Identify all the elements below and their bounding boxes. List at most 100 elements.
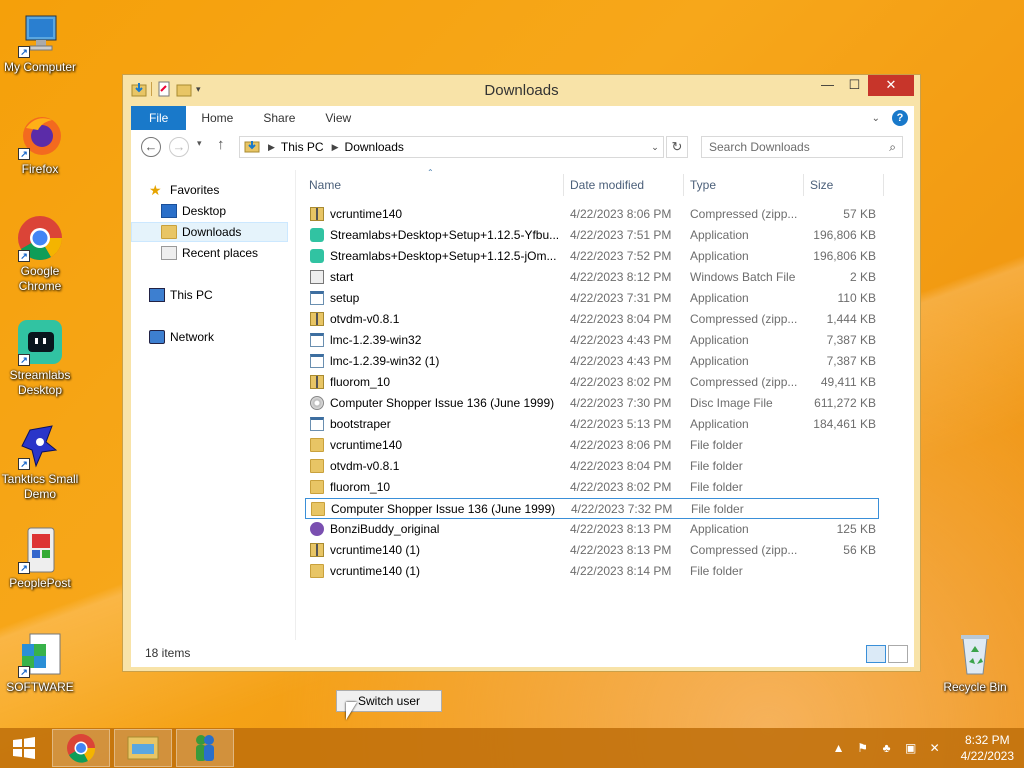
taskbar: ▲ ⚑ ♣ ▣ ✕ 8:32 PM 4/22/2023 <box>0 728 1024 768</box>
file-type: Application <box>690 228 749 242</box>
file-name: Computer Shopper Issue 136 (June 1999) .… <box>331 502 559 516</box>
file-row[interactable]: otvdm-v0.8.1 4/22/2023 8:04 PM File folder <box>305 456 879 477</box>
desktop-icon-label: Firefox <box>21 162 59 176</box>
file-date: 4/22/2023 7:32 PM <box>571 502 673 516</box>
folder-icon <box>310 438 324 452</box>
file-row[interactable]: start 4/22/2023 8:12 PM Windows Batch File… <box>305 267 879 288</box>
search-input[interactable]: Search Downloads ⌕ <box>701 136 903 158</box>
column-header-size[interactable]: Size <box>810 170 833 200</box>
item-count: 18 items <box>145 646 191 660</box>
file-row[interactable]: Streamlabs+Desktop+Setup+1.12.5-Yfbu... 4… <box>305 225 879 246</box>
star-icon: ★ <box>149 182 162 198</box>
volume-muted-icon[interactable]: ✕ <box>927 740 943 756</box>
clock-date: 4/22/2023 <box>960 749 1014 763</box>
desktop-icon-tanktics[interactable]: ↗ Tanktics Small Demo <box>0 422 80 502</box>
expand-ribbon-icon[interactable]: ⌄ <box>872 113 880 124</box>
file-row[interactable]: lmc-1.2.39-win32 (1) 4/22/2023 4:43 PM App… <box>305 351 879 372</box>
streamlabs-installer-icon <box>310 228 324 242</box>
nav-network[interactable]: Network <box>149 327 214 347</box>
title-bar[interactable]: ▾ Downloads — ☐ ✕ <box>123 75 920 105</box>
zip-file-icon <box>310 207 324 221</box>
desktop-icon-recycle-bin[interactable]: Recycle Bin <box>935 630 1015 695</box>
minimize-button[interactable]: — <box>814 75 841 96</box>
file-row[interactable]: Computer Shopper Issue 136 (June 1999) .… <box>305 393 879 414</box>
tray-app-icon[interactable]: ♣ <box>879 740 895 756</box>
tab-home[interactable]: Home <box>186 106 248 130</box>
file-type: File folder <box>690 564 743 578</box>
desktop-icon-peoplepost[interactable]: ↗ PeoplePost <box>0 526 80 591</box>
this-pc-icon <box>149 288 165 302</box>
network-status-icon[interactable]: ▣ <box>903 740 919 756</box>
details-view-icon[interactable] <box>866 645 886 663</box>
file-name: otvdm-v0.8.1 <box>330 459 400 473</box>
tab-share[interactable]: Share <box>248 106 310 130</box>
file-name: fluorom_10 <box>330 375 391 389</box>
file-row[interactable]: bootstraper 4/22/2023 5:13 PM Application 1… <box>305 414 879 435</box>
column-header-name[interactable]: Name <box>309 170 341 200</box>
nav-downloads[interactable]: Downloads <box>131 222 288 242</box>
file-row[interactable]: vcruntime140 4/22/2023 8:06 PM Compressed … <box>305 204 879 225</box>
column-separator[interactable] <box>563 174 564 196</box>
file-row[interactable]: fluorom_10 4/22/2023 8:02 PM File folder <box>305 477 879 498</box>
desktop-icon-streamlabs[interactable]: ↗ Streamlabs Desktop <box>0 318 80 398</box>
desktop-icon-firefox[interactable]: ↗ Firefox <box>0 112 80 177</box>
file-name: Streamlabs+Desktop+Setup+1.12.5-jOm... <box>330 249 557 263</box>
file-date: 4/22/2023 4:43 PM <box>570 354 672 368</box>
file-type: File folder <box>690 459 743 473</box>
taskbar-messenger-button[interactable] <box>176 729 234 767</box>
taskbar-file-explorer-button[interactable] <box>114 729 172 767</box>
file-size: 110 KB <box>837 291 876 305</box>
desktop-icon-software[interactable]: ↗ SOFTWARE <box>0 630 80 695</box>
show-hidden-icons-icon[interactable]: ▲ <box>831 740 847 756</box>
up-button[interactable]: ↑ <box>217 136 225 153</box>
file-name: start <box>330 270 354 284</box>
desktop-icon-chrome[interactable]: ↗ Google Chrome <box>0 214 80 294</box>
column-header-type[interactable]: Type <box>690 170 716 200</box>
nav-downloads-label: Downloads <box>182 225 242 239</box>
file-row[interactable]: vcruntime140 (1) 4/22/2023 8:14 PM File fo… <box>305 561 879 582</box>
nav-this-pc[interactable]: This PC <box>149 285 213 305</box>
column-separator[interactable] <box>683 174 684 196</box>
column-separator[interactable] <box>883 174 884 196</box>
column-header-date[interactable]: Date modified <box>570 170 644 200</box>
taskbar-chrome-button[interactable] <box>52 729 110 767</box>
file-row[interactable]: BonziBuddy_original 4/22/2023 8:13 PM Appl… <box>305 519 879 540</box>
file-row[interactable]: Streamlabs+Desktop+Setup+1.12.5-jOm... 4/… <box>305 246 879 267</box>
nav-recent-places[interactable]: Recent places <box>161 243 258 263</box>
nav-desktop[interactable]: Desktop <box>161 201 226 221</box>
file-list: Name ⌃ Date modified Type Size vcruntime… <box>297 168 912 630</box>
column-separator[interactable] <box>803 174 804 196</box>
tab-file[interactable]: File <box>131 106 187 130</box>
ribbon-tabs: File Home Share View ⌄ ? <box>131 106 914 130</box>
file-row[interactable]: vcruntime140 4/22/2023 8:06 PM File folder <box>305 435 879 456</box>
breadcrumb-downloads[interactable]: Downloads <box>345 140 404 154</box>
back-button[interactable]: ← <box>141 137 161 157</box>
file-row[interactable]: fluorom_10 4/22/2023 8:02 PM Compressed (z… <box>305 372 879 393</box>
breadcrumb-this-pc[interactable]: This PC <box>281 140 324 154</box>
file-type: Disc Image File <box>690 396 773 410</box>
tab-view[interactable]: View <box>310 106 366 130</box>
file-row[interactable]: Computer Shopper Issue 136 (June 1999) .… <box>305 498 879 519</box>
address-dropdown-icon[interactable]: ⌄ <box>647 137 663 157</box>
file-row[interactable]: vcruntime140 (1) 4/22/2023 8:13 PM Compres… <box>305 540 879 561</box>
file-row[interactable]: otvdm-v0.8.1 4/22/2023 8:04 PM Compressed … <box>305 309 879 330</box>
large-icons-view-icon[interactable] <box>888 645 908 663</box>
downloads-folder-icon <box>161 225 177 239</box>
file-row[interactable]: lmc-1.2.39-win32 4/22/2023 4:43 PM Applica… <box>305 330 879 351</box>
address-bar[interactable]: ▶ This PC ▶ Downloads ⌄ <box>239 136 664 158</box>
file-size: 56 KB <box>843 543 876 557</box>
nav-favorites[interactable]: ★ Favorites <box>149 180 219 200</box>
forward-button[interactable]: → <box>169 137 189 157</box>
file-date: 4/22/2023 8:04 PM <box>570 312 672 326</box>
help-icon[interactable]: ? <box>892 110 908 126</box>
refresh-button[interactable]: ↻ <box>666 136 688 158</box>
recent-locations-icon[interactable]: ▾ <box>197 138 202 149</box>
start-button[interactable] <box>0 728 48 768</box>
close-button[interactable]: ✕ <box>868 75 914 96</box>
desktop-icon-my-computer[interactable]: ↗ My Computer <box>0 10 80 75</box>
maximize-button[interactable]: ☐ <box>841 75 868 96</box>
action-center-flag-icon[interactable]: ⚑ <box>855 740 871 756</box>
chrome-icon <box>67 734 96 763</box>
file-row[interactable]: setup 4/22/2023 7:31 PM Application 110 KB <box>305 288 879 309</box>
clock[interactable]: 8:32 PM 4/22/2023 <box>961 732 1014 764</box>
